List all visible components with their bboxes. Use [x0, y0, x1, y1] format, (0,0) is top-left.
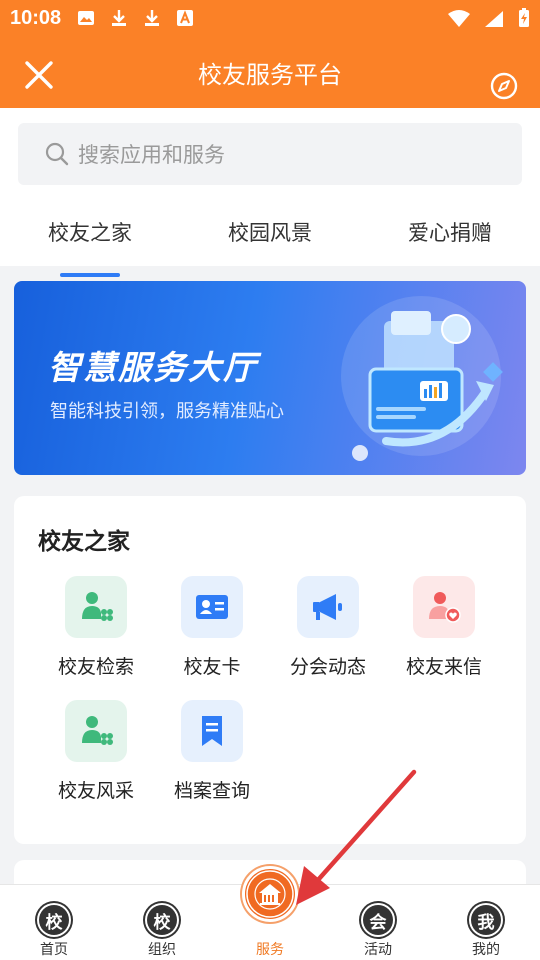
organization-icon: 校 — [147, 905, 177, 935]
banner-subtitle: 智能科技引领，服务精准贴心 — [50, 401, 284, 422]
alumni-letter-item[interactable]: 校友来信 — [386, 576, 502, 679]
nav-mine-label: 我的 — [472, 942, 500, 958]
alumni-search-item[interactable]: 校友检索 — [38, 576, 154, 679]
profile-icon: 我 — [471, 905, 501, 935]
banner-title: 智慧服务大厅 — [48, 348, 258, 387]
title-bar: 校友服务平台 — [0, 36, 540, 108]
alumni-letter-label: 校友来信 — [405, 656, 482, 678]
tab-donation[interactable]: 爱心捐赠 — [408, 217, 492, 247]
tab-alumni-home[interactable]: 校友之家 — [48, 217, 132, 277]
compass-icon[interactable] — [490, 72, 518, 100]
id-card-icon — [181, 576, 243, 638]
tab-campus-scenery[interactable]: 校园风景 — [228, 217, 312, 247]
branch-news-label: 分会动态 — [289, 656, 366, 678]
nav-organization[interactable]: 校 组织 — [108, 885, 216, 960]
activity-icon: 会 — [363, 905, 393, 935]
megaphone-icon — [297, 576, 359, 638]
bookmark-icon — [181, 700, 243, 762]
alumni-card-label: 校友卡 — [183, 656, 241, 678]
alumni-style-label: 校友风采 — [57, 780, 134, 802]
alumni-search-label: 校友检索 — [57, 656, 134, 678]
nav-organization-label: 组织 — [148, 942, 176, 958]
alumni-card-item[interactable]: 校友卡 — [154, 576, 270, 679]
school-emblem-icon[interactable] — [242, 866, 298, 922]
alumni-style-icon — [65, 700, 127, 762]
search-input[interactable]: 搜索应用和服务 — [18, 123, 522, 185]
search-icon — [45, 142, 69, 166]
home-icon: 校 — [39, 905, 69, 935]
nav-mine[interactable]: 我 我的 — [432, 885, 540, 960]
nav-service-label: 服务 — [256, 942, 284, 958]
alumni-search-icon — [65, 576, 127, 638]
banner-illustration — [341, 296, 503, 461]
nav-home[interactable]: 校 首页 — [0, 885, 108, 960]
person-heart-icon — [413, 576, 475, 638]
nav-home-label: 首页 — [40, 942, 68, 958]
alumni-style-item[interactable]: 校友风采 — [38, 700, 154, 803]
nav-activity-label: 活动 — [364, 942, 392, 958]
nav-activity[interactable]: 会 活动 — [324, 885, 432, 960]
page-title: 校友服务平台 — [198, 60, 342, 89]
branch-news-item[interactable]: 分会动态 — [270, 576, 386, 679]
search-placeholder: 搜索应用和服务 — [78, 143, 225, 167]
archive-query-label: 档案查询 — [173, 780, 250, 802]
section-title: 校友之家 — [38, 529, 130, 555]
archive-query-item[interactable]: 档案查询 — [154, 700, 270, 803]
alumni-home-card: 校友之家 校友检索 校友卡 分会动态 校友来信 校友风采 档案查询 — [14, 496, 526, 844]
banner[interactable]: 智慧服务大厅 智能科技引领，服务精准贴心 — [14, 281, 526, 475]
tab-bar: 校友之家 校园风景 爱心捐赠 — [0, 205, 540, 277]
